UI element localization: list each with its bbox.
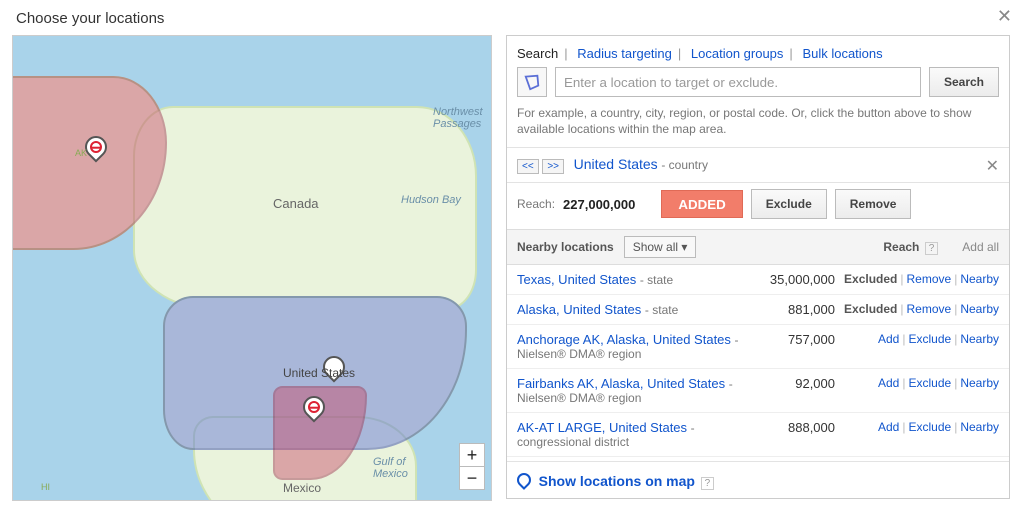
map-label: Northwest Passages — [433, 106, 483, 130]
nearby-location-row: Texas, United States - state35,000,000Ex… — [507, 265, 1009, 295]
nearby-link[interactable]: Nearby — [960, 376, 999, 390]
next-location-button[interactable]: >> — [542, 159, 564, 174]
help-icon[interactable]: ? — [925, 242, 939, 255]
polygon-select-button[interactable] — [517, 67, 547, 97]
selected-action-row: Reach: 227,000,000 ADDED Exclude Remove — [507, 183, 1009, 229]
dialog-title: Choose your locations — [0, 0, 1022, 35]
nearby-location-row: AK-AT LARGE, United States -congressiona… — [507, 413, 1009, 457]
map-label: Mexico — [283, 481, 321, 495]
map[interactable]: Canada United States Mexico Hudson Bay G… — [12, 35, 492, 501]
zoom-in-button[interactable]: + — [460, 444, 484, 467]
panel-tabs: Search| Radius targeting| Location group… — [507, 36, 1009, 67]
location-reach: 881,000 — [745, 302, 839, 317]
location-link[interactable]: Alaska, United States — [517, 302, 645, 317]
choose-locations-dialog: Choose your locations ✕ Canada United St… — [0, 0, 1022, 515]
nearby-location-row: Fairbanks AK, Alaska, United States -Nie… — [507, 369, 1009, 413]
clear-selection-icon[interactable]: ✕ — [986, 156, 999, 176]
status-label: Excluded — [844, 302, 897, 316]
map-label: HI — [41, 482, 50, 492]
location-reach: 35,000,000 — [745, 272, 839, 287]
location-actions: Excluded|Remove|Nearby — [839, 302, 999, 316]
show-all-dropdown[interactable]: Show all ▾ — [624, 236, 697, 258]
show-locations-on-map-link[interactable]: Show locations on map — [539, 473, 695, 489]
help-icon[interactable]: ? — [701, 477, 715, 490]
remove-link[interactable]: Remove — [907, 302, 952, 316]
location-type: - — [735, 333, 739, 347]
location-link[interactable]: Anchorage AK, Alaska, United States — [517, 332, 735, 347]
nearby-locations-list[interactable]: Texas, United States - state35,000,000Ex… — [507, 265, 1009, 461]
location-link[interactable]: Fairbanks AK, Alaska, United States — [517, 376, 729, 391]
location-reach: 92,000 — [745, 376, 839, 391]
exclude-link[interactable]: Exclude — [908, 332, 951, 346]
map-label: Gulf of Mexico — [373, 456, 408, 480]
location-link[interactable]: AK-AT LARGE, United States — [517, 420, 691, 435]
map-label: Canada — [273, 196, 319, 211]
map-zoom-controls: + − — [459, 443, 485, 490]
remove-link[interactable]: Remove — [907, 272, 952, 286]
map-label: AK — [75, 148, 87, 158]
exclude-link[interactable]: Exclude — [908, 420, 951, 434]
dialog-body: Canada United States Mexico Hudson Bay G… — [0, 35, 1022, 513]
location-actions: Add|Exclude|Nearby — [839, 332, 999, 346]
locations-panel: Search| Radius targeting| Location group… — [506, 35, 1010, 499]
prev-location-button[interactable]: << — [517, 159, 539, 174]
show-locations-on-map: Show locations on map ? — [507, 461, 1009, 499]
map-pin-icon — [514, 470, 534, 490]
location-reach: 888,000 — [745, 420, 839, 435]
location-subtype: Nielsen® DMA® region — [517, 347, 745, 361]
nearby-link[interactable]: Nearby — [960, 420, 999, 434]
location-search-input[interactable] — [555, 67, 921, 97]
location-type: - — [729, 377, 733, 391]
selected-location-name[interactable]: United States — [568, 156, 658, 172]
reach-col-label: Reach — [883, 240, 919, 254]
location-subtype: Nielsen® DMA® region — [517, 391, 745, 405]
map-label: United States — [283, 366, 355, 380]
tab-groups[interactable]: Location groups — [691, 46, 784, 61]
remove-button[interactable]: Remove — [835, 189, 912, 219]
nearby-link[interactable]: Nearby — [960, 332, 999, 346]
location-subtype: congressional district — [517, 435, 745, 449]
status-label: Excluded — [844, 272, 897, 286]
nearby-location-row: Alaska, United States - state881,000Excl… — [507, 295, 1009, 325]
add-link[interactable]: Add — [878, 332, 899, 346]
nearby-link[interactable]: Nearby — [960, 272, 999, 286]
location-actions: Add|Exclude|Nearby — [839, 420, 999, 434]
reach-value: 227,000,000 — [563, 197, 635, 212]
search-row: Search — [507, 67, 1009, 105]
selected-location-bar: << >> United States - country ✕ — [507, 147, 1009, 183]
nearby-location-row: Anchorage AK, Alaska, United States -Nie… — [507, 325, 1009, 369]
search-hint: For example, a country, city, region, or… — [507, 105, 1009, 147]
selected-location-type: - country — [661, 158, 708, 172]
zoom-out-button[interactable]: − — [460, 467, 484, 489]
nearby-header: Nearby locations Show all ▾ Reach ? Add … — [507, 229, 1009, 265]
add-link[interactable]: Add — [878, 376, 899, 390]
location-actions: Excluded|Remove|Nearby — [839, 272, 999, 286]
nearby-header-label: Nearby locations — [517, 240, 614, 254]
location-type: - state — [645, 303, 678, 317]
reach-label: Reach: — [517, 197, 555, 211]
add-all-button[interactable]: Add all — [962, 240, 999, 254]
map-label: Hudson Bay — [401, 194, 461, 206]
close-icon[interactable]: ✕ — [997, 6, 1012, 27]
location-reach: 757,000 — [745, 332, 839, 347]
tab-bulk[interactable]: Bulk locations — [802, 46, 882, 61]
location-type: - state — [640, 273, 673, 287]
exclude-button[interactable]: Exclude — [751, 189, 827, 219]
nearby-link[interactable]: Nearby — [960, 302, 999, 316]
location-link[interactable]: Texas, United States — [517, 272, 640, 287]
exclude-link[interactable]: Exclude — [908, 376, 951, 390]
tab-search[interactable]: Search — [517, 46, 558, 61]
add-link[interactable]: Add — [878, 420, 899, 434]
polygon-icon — [523, 73, 541, 91]
location-actions: Add|Exclude|Nearby — [839, 376, 999, 390]
location-type: - — [691, 421, 695, 435]
tab-radius[interactable]: Radius targeting — [577, 46, 672, 61]
search-button[interactable]: Search — [929, 67, 999, 97]
added-button[interactable]: ADDED — [661, 190, 742, 218]
